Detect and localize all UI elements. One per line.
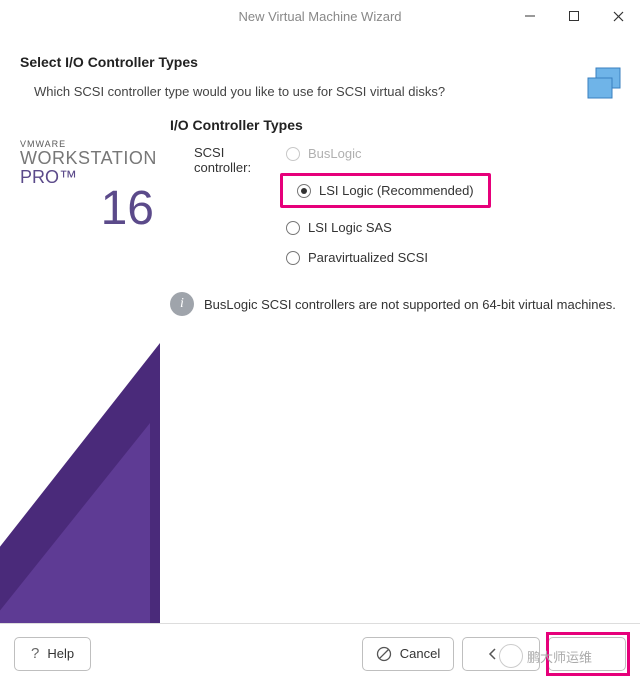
chevron-left-icon — [488, 648, 498, 660]
brand-panel: VMWARE WORKSTATION PRO™ 16 — [20, 113, 170, 316]
cancel-button[interactable]: Cancel — [362, 637, 454, 671]
page-subtitle: Which SCSI controller type would you lik… — [20, 84, 620, 99]
help-button[interactable]: ? Help — [14, 637, 91, 671]
content-panel: I/O Controller Types SCSI controller: Bu… — [170, 113, 620, 316]
help-label: Help — [47, 646, 74, 661]
watermark-avatar — [499, 644, 523, 668]
cancel-icon — [376, 646, 392, 662]
radio-label: Paravirtualized SCSI — [308, 250, 428, 265]
radio-lsi-logic-sas[interactable]: LSI Logic SAS — [280, 217, 491, 238]
watermark-text: 鹏大师运维 — [527, 647, 592, 666]
titlebar: New Virtual Machine Wizard — [0, 0, 640, 32]
minimize-button[interactable] — [508, 0, 552, 32]
window-title: New Virtual Machine Wizard — [238, 9, 401, 24]
brand-version: 16 — [20, 185, 170, 233]
scsi-controller-label: SCSI controller: — [170, 143, 280, 268]
close-button[interactable] — [596, 0, 640, 32]
cancel-label: Cancel — [400, 646, 440, 661]
radio-icon — [297, 184, 311, 198]
info-row: i BusLogic SCSI controllers are not supp… — [170, 292, 620, 316]
radio-paravirtualized[interactable]: Paravirtualized SCSI — [280, 247, 491, 268]
watermark: 鹏大师运维 — [499, 644, 592, 668]
radio-label: LSI Logic (Recommended) — [319, 183, 474, 198]
window-controls — [508, 0, 640, 32]
help-icon: ? — [31, 645, 39, 662]
radio-icon — [286, 221, 300, 235]
annotation-highlight: LSI Logic (Recommended) — [280, 173, 491, 208]
radio-icon — [286, 251, 300, 265]
radio-lsi-logic[interactable]: LSI Logic (Recommended) — [291, 180, 480, 201]
controller-icon — [582, 62, 626, 106]
maximize-button[interactable] — [552, 0, 596, 32]
radio-label: BusLogic — [308, 146, 361, 161]
page-title: Select I/O Controller Types — [20, 54, 620, 70]
decor-triangle-2 — [0, 423, 150, 623]
radio-icon — [286, 147, 300, 161]
info-text: BusLogic SCSI controllers are not suppor… — [204, 297, 616, 312]
section-title: I/O Controller Types — [170, 117, 620, 133]
radio-label: LSI Logic SAS — [308, 220, 392, 235]
info-icon: i — [170, 292, 194, 316]
radio-buslogic: BusLogic — [280, 143, 491, 164]
brand-line1: WORKSTATION — [20, 149, 170, 168]
wizard-header: Select I/O Controller Types Which SCSI c… — [0, 32, 640, 113]
